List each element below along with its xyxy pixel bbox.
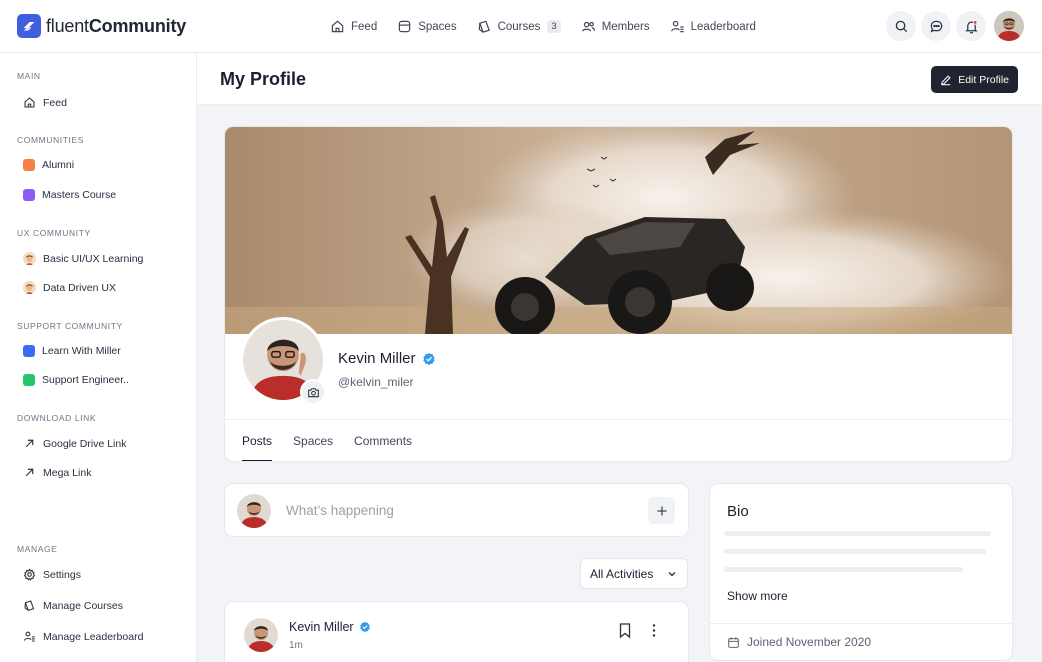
top-bar: fluentCommunity Feed Spaces Courses 3 Me…: [0, 0, 1042, 53]
square-icon: [23, 374, 35, 386]
post-time: 1m: [289, 640, 303, 651]
nav-members[interactable]: Members: [581, 19, 650, 34]
plus-icon: [657, 506, 666, 515]
square-icon: [23, 345, 35, 357]
profile-name: Kevin Miller: [338, 350, 436, 367]
sidebar-heading-manage: MANAGE: [17, 544, 58, 554]
brand-name: fluentCommunity: [46, 15, 187, 36]
bio-skeleton-line: [724, 567, 963, 572]
verified-badge-icon: [359, 621, 370, 633]
sidebar-heading-main: MAIN: [17, 71, 41, 81]
change-avatar-button[interactable]: [300, 379, 326, 405]
messages-button[interactable]: [921, 11, 951, 41]
sidebar-item-alumni[interactable]: Alumni: [23, 159, 74, 171]
arrow-up-right-icon: [25, 468, 34, 477]
tab-comments[interactable]: Comments: [354, 420, 412, 461]
nav-courses[interactable]: Courses 3: [477, 19, 561, 34]
cover-image: [225, 127, 1012, 334]
courses-count-badge: 3: [547, 20, 561, 33]
sidebar-item-google-drive-link[interactable]: Google Drive Link: [23, 437, 126, 450]
nav-leaderboard[interactable]: Leaderboard: [670, 19, 756, 34]
camera-icon: [307, 387, 319, 397]
sidebar-heading-ux-community: UX COMMUNITY: [17, 228, 91, 238]
bio-skeleton-line: [724, 531, 991, 536]
joined-date: Joined November 2020: [727, 635, 871, 649]
sidebar-item-support-engineer[interactable]: Support Engineer..: [23, 374, 129, 386]
tab-posts[interactable]: Posts: [242, 420, 273, 461]
nav-feed[interactable]: Feed: [330, 19, 377, 34]
post-author-avatar[interactable]: [244, 618, 278, 652]
sidebar-heading-communities: COMMUNITIES: [17, 135, 85, 145]
tab-spaces[interactable]: Spaces: [293, 420, 333, 461]
page-title: My Profile: [220, 69, 307, 89]
gear-icon: [23, 568, 36, 581]
sidebar-item-settings[interactable]: Settings: [23, 568, 81, 581]
more-options-icon[interactable]: [647, 622, 661, 639]
activity-filter-select[interactable]: All Activities: [580, 558, 688, 589]
profile-handle: @kelvin_miler: [338, 375, 414, 389]
brand-logo[interactable]: fluentCommunity: [17, 14, 186, 38]
sidebar-item-data-driven-ux[interactable]: Data Driven UX: [23, 281, 116, 294]
sidebar-item-feed[interactable]: Feed: [23, 96, 67, 109]
profile-card: Kevin Miller @kelvin_miler Posts Spaces …: [224, 126, 1013, 462]
home-icon: [24, 97, 35, 108]
members-icon: [581, 21, 595, 32]
leaderboard-icon: [23, 631, 35, 642]
sidebar-item-learn-with-miller[interactable]: Learn With Miller: [23, 345, 121, 357]
composer-avatar: [237, 494, 271, 528]
sidebar-item-manage-courses[interactable]: Manage Courses: [23, 599, 123, 612]
sidebar-item-manage-leaderboard[interactable]: Manage Leaderboard: [23, 630, 143, 643]
bell-icon: [964, 19, 978, 33]
courses-icon: [24, 600, 35, 612]
chat-icon: [930, 20, 942, 33]
nav-spaces[interactable]: Spaces: [397, 19, 457, 34]
sidebar-heading-download-link: DOWNLOAD LINK: [17, 413, 97, 423]
post-card: Kevin Miller 1m: [224, 601, 689, 662]
search-icon: [895, 20, 907, 32]
search-button[interactable]: [886, 11, 916, 41]
user-avatar[interactable]: [994, 11, 1024, 41]
calendar-icon: [728, 636, 739, 648]
post-composer[interactable]: What’s happening: [224, 483, 689, 537]
post-author-name[interactable]: Kevin Miller: [289, 620, 371, 634]
square-icon: [23, 159, 35, 171]
spaces-icon: [398, 20, 411, 33]
top-navigation: Feed Spaces Courses 3 Members Leaderboar…: [330, 0, 756, 53]
person-emoji-icon: [23, 252, 36, 265]
sidebar-item-masters-course[interactable]: Masters Course: [23, 189, 116, 201]
composer-placeholder[interactable]: What’s happening: [286, 503, 394, 518]
verified-badge-icon: [422, 352, 435, 365]
arrow-up-right-icon: [25, 439, 34, 448]
bio-divider: [710, 623, 1014, 624]
profile-tabs: Posts Spaces Comments: [242, 420, 433, 461]
notifications-button[interactable]: [956, 11, 986, 41]
home-icon: [331, 20, 344, 33]
main-content: My Profile Edit Profile Kevin Miller @ke…: [197, 53, 1042, 662]
top-actions: [886, 11, 1024, 41]
bio-title: Bio: [727, 503, 749, 520]
page-header: My Profile Edit Profile: [197, 53, 1042, 105]
bookmark-icon[interactable]: [617, 622, 633, 639]
leaderboard-icon: [670, 20, 684, 33]
logo-mark-icon: [17, 14, 41, 38]
sidebar: MAIN Feed COMMUNITIES Alumni Masters Cou…: [0, 53, 197, 662]
sidebar-item-basic-uiux[interactable]: Basic UI/UX Learning: [23, 252, 143, 265]
add-post-button[interactable]: [648, 497, 675, 524]
pencil-icon: [941, 74, 951, 85]
chevron-down-icon: [668, 571, 676, 576]
sidebar-item-mega-link[interactable]: Mega Link: [23, 466, 91, 479]
bio-card: Bio Show more Joined November 2020: [709, 483, 1014, 661]
bio-skeleton-line: [724, 549, 986, 554]
square-icon: [23, 189, 35, 201]
edit-profile-button[interactable]: Edit Profile: [931, 66, 1018, 93]
courses-icon: [478, 20, 490, 33]
sidebar-heading-support-community: SUPPORT COMMUNITY: [17, 321, 123, 331]
show-more-link[interactable]: Show more: [727, 589, 788, 603]
person-emoji-icon: [23, 281, 36, 294]
